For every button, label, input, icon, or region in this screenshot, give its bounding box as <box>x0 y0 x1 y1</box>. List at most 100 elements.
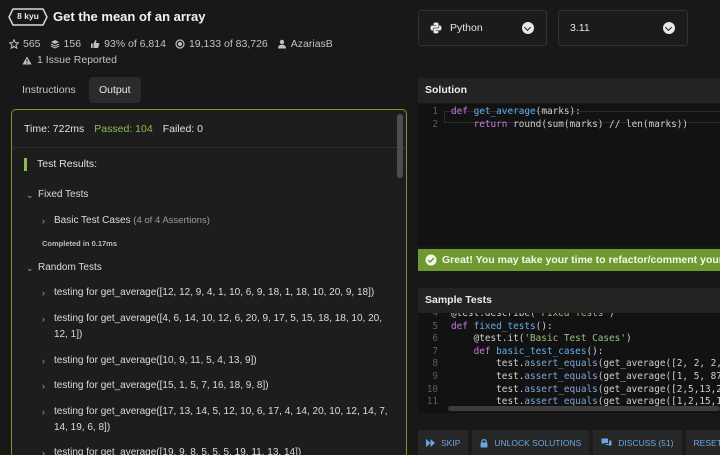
stars-stat[interactable]: 565 <box>9 38 41 50</box>
unlock-solutions-button[interactable]: UNLOCK SOLUTIONS <box>472 430 590 455</box>
collections-stat[interactable]: 156 <box>50 38 81 50</box>
tab-output[interactable]: Output <box>89 77 141 103</box>
random-test-item[interactable]: › testing for get_average([17, 13, 14, 5… <box>42 406 388 436</box>
code-text: return round(sum(marks) // len(marks)) <box>451 118 689 132</box>
line-number: 8 <box>432 358 438 370</box>
fixed-tests-group[interactable]: ⌄ Fixed Tests <box>26 189 88 203</box>
code-text: def fixed_tests(): <box>451 321 553 334</box>
random-test-line: testing for get_average([19, 9, 8, 5, 5,… <box>54 447 302 455</box>
satisfaction-stat: 93% of 6,814 <box>90 38 166 50</box>
sample-horizontal-scrollbar[interactable] <box>448 406 720 411</box>
line-number: 2 <box>432 118 438 130</box>
sample-tests-editor[interactable]: 4 @test.describe('Fixed Tests') 5 def fixed… <box>418 313 720 413</box>
chevron-down-icon <box>522 22 534 34</box>
random-test-line: 14, 19, 6, 8]) <box>54 422 111 433</box>
code-token: @test.it( <box>451 333 525 345</box>
author-stat[interactable]: AzariasB <box>277 38 333 50</box>
random-test-line: testing for get_average([15, 1, 5, 7, 16… <box>54 380 269 391</box>
passed-count: Passed: 104 <box>94 122 153 135</box>
random-test-line: testing for get_average([17, 13, 14, 5, … <box>54 406 388 417</box>
discuss-button[interactable]: DISCUSS (51) <box>593 430 682 455</box>
rank-badge: 8 kyu <box>8 8 48 26</box>
random-test-item[interactable]: › testing for get_average([15, 1, 5, 7, … <box>42 380 269 394</box>
reset-button[interactable]: RESET <box>685 430 720 455</box>
completions-value: 19,133 of 83,726 <box>188 38 268 50</box>
output-scrollbar[interactable] <box>397 114 403 178</box>
tab-instructions[interactable]: Instructions <box>12 77 86 103</box>
random-test-item[interactable]: › testing for get_average([4, 6, 14, 10,… <box>42 313 382 343</box>
chevron-right-icon: › <box>42 356 45 366</box>
completed-time: Completed in 0.17ms <box>42 239 118 248</box>
fixed-tests-label: Fixed Tests <box>38 189 89 200</box>
language-select[interactable]: Python <box>418 10 547 46</box>
code-line: 4 @test.describe('Fixed Tests') <box>418 313 720 321</box>
code-token: (): <box>586 345 604 357</box>
random-test-text: testing for get_average([19, 9, 8, 5, 5,… <box>54 445 301 455</box>
discuss-label: DISCUSS (51) <box>618 437 674 448</box>
skip-button[interactable]: SKIP <box>418 430 469 455</box>
code-token: def <box>451 106 474 117</box>
line-number: 7 <box>432 345 438 357</box>
code-token: def <box>473 345 497 357</box>
random-test-item[interactable]: › testing for get_average([10, 9, 11, 5,… <box>42 355 257 369</box>
code-token: get_average <box>473 106 536 117</box>
code-text: test.assert_equals(get_average([2, 2, 2,… <box>451 358 720 371</box>
skip-label: SKIP <box>441 437 461 448</box>
code-token: test. <box>451 371 525 382</box>
random-test-text: testing for get_average([15, 1, 5, 7, 16… <box>54 378 269 394</box>
random-tests-group[interactable]: ⌄ Random Tests <box>26 262 102 276</box>
code-token: return <box>473 118 514 130</box>
random-test-line: testing for get_average([4, 6, 14, 10, 1… <box>54 313 383 324</box>
random-test-line: testing for get_average([10, 9, 11, 5, 4… <box>54 355 257 366</box>
code-line: 10 test.assert_equals(get_average([2,5,1… <box>418 384 720 397</box>
version-select[interactable]: 3.11 <box>558 10 688 46</box>
code-line: 1 def get_average(marks): <box>418 106 720 119</box>
chevron-down-icon: ⌄ <box>26 190 34 200</box>
success-banner: Great! You may take your time to refacto… <box>418 249 720 271</box>
collections-icon <box>50 40 59 49</box>
kata-stats: 565 156 93% of 6,814 19,133 of 83,726 Az… <box>9 38 342 50</box>
python-icon <box>430 22 442 34</box>
code-token: 'Basic Test Cases' <box>524 333 626 345</box>
basic-cases-group[interactable]: › Basic Test Cases (4 of 4 Assertions) <box>42 215 210 229</box>
test-results-heading: Test Results: <box>24 158 97 171</box>
language-value: Python <box>450 22 483 34</box>
output-panel: Time: 722ms Passed: 104 Failed: 0 Test R… <box>11 109 407 455</box>
skip-icon <box>426 438 435 447</box>
warning-icon <box>22 56 32 64</box>
action-bar: SKIP UNLOCK SOLUTIONS DISCUSS (51) RESET <box>418 430 720 455</box>
code-line: 8 test.assert_equals(get_average([2, 2, … <box>418 358 720 371</box>
discuss-icon <box>601 438 612 447</box>
issues-link[interactable]: 1 Issue Reported <box>22 54 117 66</box>
code-text: def basic_test_cases(): <box>451 345 604 359</box>
code-text: test.assert_equals(get_average([1, 5, 87… <box>451 371 720 384</box>
basic-cases-label: Basic Test Cases <box>54 215 131 226</box>
chevron-down-icon: ⌄ <box>26 263 34 273</box>
lock-icon <box>480 438 488 447</box>
kata-title[interactable]: Get the mean of an array <box>53 9 205 24</box>
code-token: def <box>451 320 474 332</box>
code-token: assert_equals <box>524 371 598 382</box>
code-token: test. <box>451 358 525 370</box>
satisfaction-icon <box>91 40 100 48</box>
unlock-label: UNLOCK SOLUTIONS <box>494 437 582 448</box>
code-line: 6 @test.it('Basic Test Cases') <box>418 333 720 346</box>
code-token: (get_average([2, 2, 2, 2]), 2) <box>597 358 720 370</box>
user-icon <box>277 39 286 49</box>
satisfaction-value: 93% of 6,814 <box>104 38 166 50</box>
code-token: 'Fixed Tests' <box>535 313 610 319</box>
star-icon <box>9 39 19 49</box>
line-number: 5 <box>432 320 438 332</box>
solution-editor[interactable]: 1 def get_average(marks): 2 return round(s… <box>418 104 720 246</box>
random-test-item[interactable]: › testing for get_average([19, 9, 8, 5, … <box>42 447 301 455</box>
code-token: (): <box>535 320 553 332</box>
code-line: 5 def fixed_tests(): <box>418 321 720 334</box>
random-test-line: 12, 1]) <box>54 329 83 340</box>
chevron-right-icon: › <box>42 381 45 391</box>
check-circle-icon <box>425 254 437 266</box>
completions-icon <box>175 39 185 49</box>
random-test-item[interactable]: › testing for get_average([12, 12, 9, 4,… <box>42 287 374 301</box>
random-test-text: testing for get_average([10, 9, 11, 5, 4… <box>54 353 257 369</box>
